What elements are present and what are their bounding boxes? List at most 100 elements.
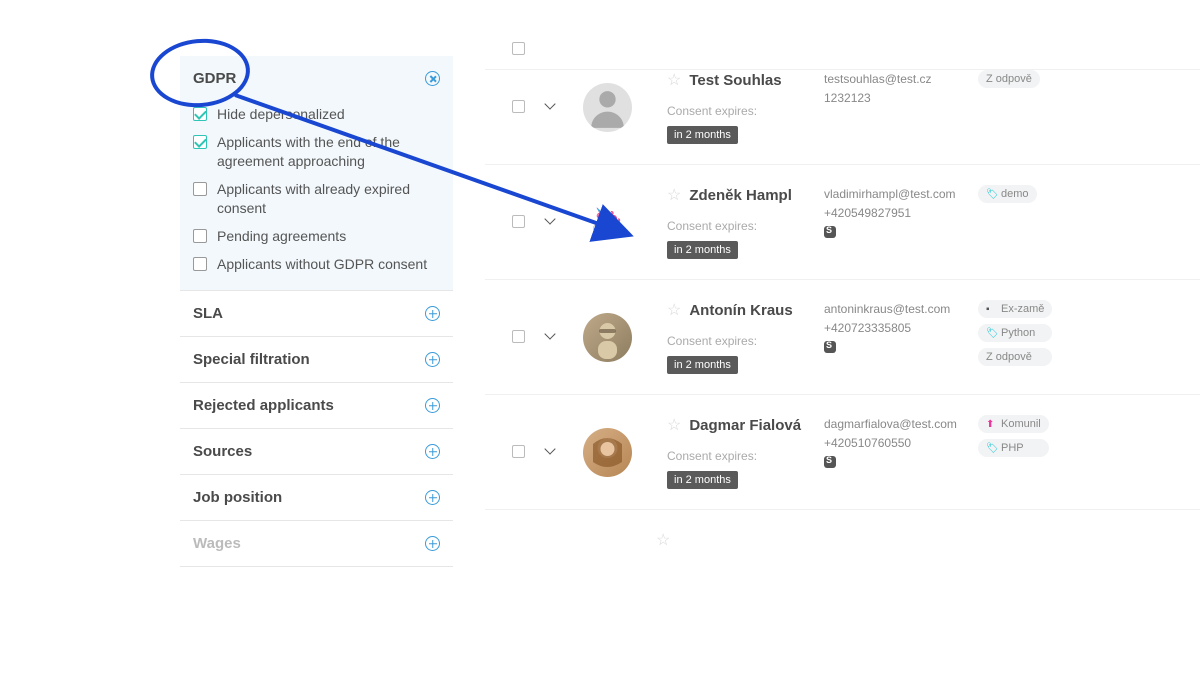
checkbox-icon[interactable]	[193, 182, 207, 196]
tags-column: ▪Ex-zamě 🏷Python Z odpově	[978, 300, 1052, 366]
checkbox-icon[interactable]	[193, 229, 207, 243]
favorite-star-icon[interactable]: ☆	[667, 300, 681, 320]
checkbox-icon[interactable]	[193, 107, 207, 121]
applicant-info: ☆Test SouhlasConsent expires:in 2 months	[667, 70, 807, 144]
tags-column: Z odpově	[978, 70, 1040, 88]
skype-icon[interactable]	[824, 341, 836, 353]
filter-header[interactable]: Special filtration	[180, 337, 453, 382]
favorite-star-icon[interactable]: ☆	[656, 532, 670, 549]
tag[interactable]: ⬆Komunil	[978, 415, 1049, 433]
filter-title: Job position	[193, 489, 282, 506]
favorite-star-icon[interactable]: ☆	[667, 70, 681, 90]
filter-header-gdpr[interactable]: GDPR	[180, 56, 453, 101]
select-applicant-checkbox[interactable]	[512, 215, 525, 228]
applicant-name[interactable]: Dagmar Fialová	[689, 417, 801, 434]
consent-expires-badge: in 2 months	[667, 241, 738, 259]
applicant-phone: +420510760550	[824, 434, 974, 453]
applicant-name[interactable]: Zdeněk Hampl	[689, 187, 792, 204]
filter-title: Sources	[193, 443, 252, 460]
avatar[interactable]	[583, 428, 632, 477]
gdpr-option-label: Applicants with the end of the agreement…	[217, 133, 440, 172]
skype-icon[interactable]	[824, 226, 836, 238]
filter-section: Wages	[180, 521, 453, 567]
consent-expires-label: Consent expires:	[667, 219, 807, 233]
gdpr-option-label: Hide depersonalized	[217, 105, 345, 125]
applicant-info: ☆ Zdeněk Hampl Consent expires: in 2 months	[667, 185, 807, 259]
tag-label: demo	[1001, 188, 1029, 200]
chevron-down-icon[interactable]	[543, 215, 561, 225]
applicant-name[interactable]: Test Souhlas	[689, 72, 781, 89]
gdpr-checkbox-option[interactable]: Pending agreements	[193, 223, 440, 251]
plus-icon[interactable]	[425, 444, 440, 459]
applicant-row: ☆Antonín KrausConsent expires:in 2 month…	[485, 280, 1200, 395]
tag-label: Ex-zamě	[1001, 303, 1044, 315]
filter-section: SLA	[180, 291, 453, 337]
applicant-list: ☆ Test Souhlas Consent expires: in 2 months…	[485, 50, 1200, 570]
tag-label: PHP	[1001, 442, 1024, 454]
filter-section: Special filtration	[180, 337, 453, 383]
applicant-row: ☆ Dagmar Fialová Consent expires: in 2 mont…	[485, 395, 1200, 510]
chevron-down-icon[interactable]	[543, 445, 561, 455]
checkbox-icon[interactable]	[193, 135, 207, 149]
filter-header[interactable]: Job position	[180, 475, 453, 520]
avatar[interactable]	[583, 313, 632, 362]
plus-icon[interactable]	[425, 490, 440, 505]
plus-icon[interactable]	[425, 536, 440, 551]
applicant-email: vladimirhampl@test.com	[824, 185, 974, 204]
consent-expires-badge: in 2 months	[667, 356, 738, 374]
applicant-info: ☆Antonín KrausConsent expires:in 2 month…	[667, 300, 807, 374]
tag-label: Z odpově	[986, 73, 1032, 85]
consent-expires-badge: in 2 months	[667, 471, 738, 489]
filter-section: Rejected applicants	[180, 383, 453, 429]
avatar[interactable]	[583, 83, 632, 132]
avatar[interactable]: 🦄	[583, 198, 632, 247]
filter-section: Sources	[180, 429, 453, 475]
filter-title: Special filtration	[193, 351, 310, 368]
gdpr-checkbox-option[interactable]: Applicants without GDPR consent	[193, 251, 440, 279]
select-applicant-checkbox[interactable]	[512, 330, 525, 343]
tag[interactable]: 🏷PHP	[978, 439, 1049, 457]
tag[interactable]: 🏷Python	[978, 324, 1052, 342]
favorite-star-icon[interactable]: ☆	[667, 185, 681, 205]
chevron-down-icon[interactable]	[543, 330, 561, 340]
plus-icon[interactable]	[425, 306, 440, 321]
tag[interactable]: Z odpově	[978, 348, 1052, 366]
filter-section-gdpr: GDPR Hide depersonalized Applicants with …	[180, 56, 453, 291]
filter-title: Rejected applicants	[193, 397, 334, 414]
gdpr-checkbox-option[interactable]: Applicants with already expired consent	[193, 176, 440, 223]
gdpr-option-label: Pending agreements	[217, 227, 346, 247]
consent-expires-label: Consent expires:	[667, 449, 807, 463]
filter-title: Wages	[193, 535, 241, 552]
filter-title: GDPR	[193, 70, 236, 87]
filter-header[interactable]: SLA	[180, 291, 453, 336]
plus-icon[interactable]	[425, 352, 440, 367]
filter-title: SLA	[193, 305, 223, 322]
filter-sidebar: GDPR Hide depersonalized Applicants with …	[180, 56, 453, 567]
filter-header[interactable]: Rejected applicants	[180, 383, 453, 428]
applicant-name[interactable]: Antonín Kraus	[689, 302, 792, 319]
tag-label: Python	[1001, 327, 1035, 339]
filter-section: Job position	[180, 475, 453, 521]
applicant-info: ☆ Dagmar Fialová Consent expires: in 2 mont…	[667, 415, 807, 489]
checkbox-icon[interactable]	[193, 257, 207, 271]
tag-label: Komunil	[1001, 418, 1041, 430]
gdpr-checkbox-option[interactable]: Applicants with the end of the agreement…	[193, 129, 440, 176]
select-applicant-checkbox[interactable]	[512, 445, 525, 458]
plus-icon[interactable]	[425, 398, 440, 413]
applicant-email: dagmarfialova@test.com	[824, 415, 974, 434]
favorite-star-icon[interactable]: ☆	[667, 415, 681, 435]
applicant-row: 🦄 ☆ Zdeněk Hampl Consent expires: in 2 month…	[485, 165, 1200, 280]
gdpr-checkbox-option[interactable]: Hide depersonalized	[193, 101, 440, 129]
filter-header[interactable]: Wages	[180, 521, 453, 566]
contact-column: testsouhlas@test.cz1232123	[824, 70, 974, 108]
close-icon[interactable]	[425, 71, 440, 86]
applicant-phone: +420549827951	[824, 204, 974, 223]
select-applicant-checkbox[interactable]	[512, 100, 525, 113]
consent-expires-badge: in 2 months	[667, 126, 738, 144]
tag[interactable]: ▪Ex-zamě	[978, 300, 1052, 318]
tag[interactable]: 🏷demo	[978, 185, 1037, 203]
chevron-down-icon[interactable]	[543, 100, 561, 110]
tag[interactable]: Z odpově	[978, 70, 1040, 88]
filter-header[interactable]: Sources	[180, 429, 453, 474]
skype-icon[interactable]	[824, 456, 836, 468]
